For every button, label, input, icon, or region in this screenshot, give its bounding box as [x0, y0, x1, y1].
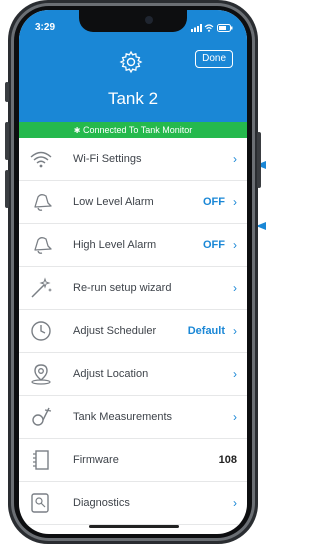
page-title: Tank 2	[107, 89, 159, 108]
wifi-icon	[30, 151, 52, 168]
home-indicator[interactable]	[89, 525, 179, 528]
gear-icon	[119, 50, 143, 74]
connection-banner: ✱ Connected To Tank Monitor	[19, 122, 247, 138]
volume-up-button	[5, 122, 9, 160]
notch	[79, 10, 187, 32]
magic-wand-icon	[31, 277, 52, 298]
settings-list: Wi-Fi Settings › Low Level Alarm OFF › H…	[19, 138, 247, 525]
done-button[interactable]: Done	[195, 50, 233, 68]
settings-row-firmware: Firmware 108	[19, 439, 247, 482]
clock-icon	[31, 321, 51, 341]
volume-down-button	[5, 170, 9, 208]
settings-row-wifi[interactable]: Wi-Fi Settings ›	[19, 138, 247, 181]
settings-row-label: Tank Measurements	[73, 411, 173, 423]
settings-row-label: Low Level Alarm	[73, 196, 154, 208]
firmware-version: 108	[218, 454, 237, 466]
chevron-right-icon: ›	[233, 152, 237, 166]
app-screen: 3:29 Done Tank 2 ✱ Connected To Tank Mon…	[19, 10, 247, 534]
chevron-right-icon: ›	[233, 281, 237, 295]
camera-icon	[145, 16, 153, 24]
connection-text: Connected To Tank Monitor	[82, 125, 193, 135]
settings-row-value: Default	[187, 325, 225, 337]
settings-row-label: High Level Alarm	[73, 239, 157, 251]
firmware-icon	[33, 450, 49, 470]
battery-icon	[217, 23, 233, 32]
diagnostics-icon	[31, 493, 49, 513]
power-button	[257, 132, 261, 188]
chevron-right-icon: ›	[233, 367, 237, 381]
settings-row-diagnostics[interactable]: Diagnostics ›	[19, 482, 247, 525]
settings-row-setup-wizard[interactable]: Re-run setup wizard ›	[19, 267, 247, 310]
wifi-status-icon	[205, 24, 214, 32]
measure-icon	[32, 407, 52, 426]
chevron-right-icon: ›	[233, 496, 237, 510]
bell-icon	[34, 194, 52, 211]
settings-row-label: Re-run setup wizard	[73, 282, 172, 294]
header: 3:29 Done Tank 2	[19, 10, 247, 122]
settings-row-value: OFF	[203, 196, 225, 208]
bluetooth-icon: ✱	[73, 126, 81, 135]
location-pin-icon	[31, 364, 51, 385]
settings-row-value: OFF	[203, 239, 225, 251]
settings-row-label: Firmware	[73, 454, 119, 466]
chevron-right-icon: ›	[233, 195, 237, 209]
status-icons	[190, 22, 233, 32]
page: 3:29 Done Tank 2 ✱ Connected To Tank Mon…	[0, 0, 266, 544]
settings-row-label: Diagnostics	[73, 497, 130, 509]
settings-row-label: Adjust Scheduler	[73, 325, 157, 337]
settings-row-location[interactable]: Adjust Location ›	[19, 353, 247, 396]
settings-row-label: Wi-Fi Settings	[73, 153, 142, 165]
side-button	[5, 82, 9, 102]
signal-icon	[190, 23, 202, 32]
chevron-right-icon: ›	[233, 410, 237, 424]
settings-row-low-level-alarm[interactable]: Low Level Alarm OFF ›	[19, 181, 247, 224]
settings-row-label: Adjust Location	[73, 368, 149, 380]
chevron-right-icon: ›	[233, 238, 237, 252]
settings-row-tank-measurements[interactable]: Tank Measurements ›	[19, 396, 247, 439]
chevron-right-icon: ›	[233, 324, 237, 338]
status-time: 3:29	[35, 22, 56, 33]
settings-row-high-level-alarm[interactable]: High Level Alarm OFF ›	[19, 224, 247, 267]
settings-row-scheduler[interactable]: Adjust Scheduler Default ›	[19, 310, 247, 353]
bell-icon	[34, 237, 52, 254]
